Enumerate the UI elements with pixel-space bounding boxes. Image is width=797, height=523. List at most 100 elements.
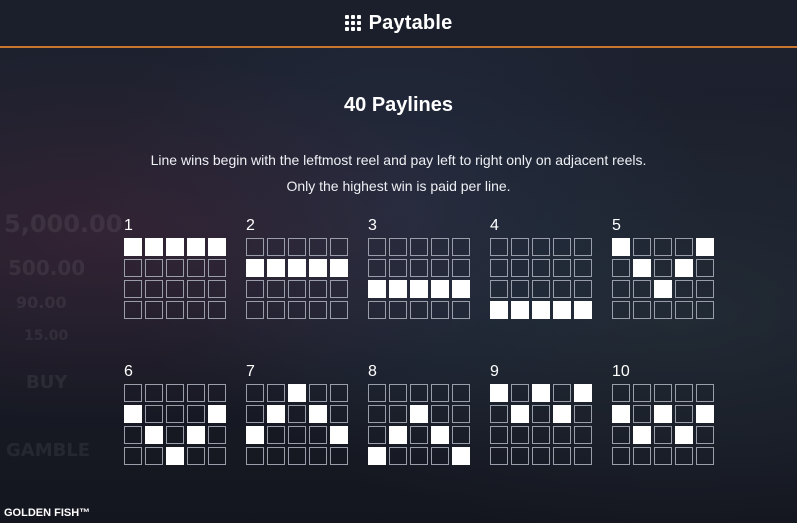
payline-cell bbox=[309, 447, 327, 465]
payline-cell bbox=[187, 405, 205, 423]
payline-number: 3 bbox=[368, 217, 377, 234]
payline-cell bbox=[633, 301, 651, 319]
payline-cell bbox=[187, 280, 205, 298]
payline-number: 6 bbox=[124, 363, 133, 380]
payline-cell bbox=[511, 259, 529, 277]
payline-cell-active bbox=[368, 447, 386, 465]
payline-cell bbox=[145, 259, 163, 277]
payline-cell bbox=[553, 280, 571, 298]
payline-cell bbox=[490, 238, 508, 256]
payline-cell bbox=[431, 238, 449, 256]
payline-cell bbox=[452, 301, 470, 319]
payline-cell bbox=[490, 280, 508, 298]
paylines-description-2: Only the highest win is paid per line. bbox=[286, 178, 511, 194]
payline-pattern bbox=[490, 238, 600, 319]
payline-cell-active bbox=[124, 405, 142, 423]
payline-cell-active bbox=[452, 447, 470, 465]
payline-cell bbox=[187, 301, 205, 319]
payline-cell bbox=[532, 259, 550, 277]
payline-cell bbox=[145, 447, 163, 465]
payline-cell bbox=[246, 280, 264, 298]
payline-cell-active bbox=[410, 280, 428, 298]
payline-cell bbox=[532, 447, 550, 465]
payline-cell-active bbox=[246, 259, 264, 277]
payline-cell bbox=[330, 238, 348, 256]
payline-cell bbox=[410, 238, 428, 256]
payline-cell bbox=[452, 259, 470, 277]
payline-cell bbox=[124, 447, 142, 465]
payline-cell bbox=[208, 384, 226, 402]
payline-cell-active bbox=[612, 238, 630, 256]
payline-cell bbox=[612, 447, 630, 465]
payline-number: 9 bbox=[490, 363, 499, 380]
paylines-section: 40 Paylines Line wins begin with the lef… bbox=[0, 90, 797, 199]
payline-cell bbox=[410, 384, 428, 402]
payline-cell-active bbox=[267, 259, 285, 277]
bg-jackpot-2: 500.00 bbox=[8, 256, 86, 280]
payline-pattern bbox=[246, 384, 356, 465]
payline-cell-active bbox=[368, 280, 386, 298]
payline-cell bbox=[246, 405, 264, 423]
payline-cell bbox=[511, 384, 529, 402]
payline-cell-active bbox=[330, 426, 348, 444]
payline-cell bbox=[208, 426, 226, 444]
payline-cell bbox=[267, 301, 285, 319]
payline-7: 7 bbox=[246, 362, 356, 465]
payline-cell bbox=[368, 405, 386, 423]
payline-cell bbox=[368, 259, 386, 277]
payline-cell-active bbox=[389, 280, 407, 298]
payline-cell bbox=[574, 280, 592, 298]
payline-cell bbox=[532, 238, 550, 256]
payline-pattern bbox=[612, 384, 722, 465]
payline-3: 3 bbox=[368, 216, 478, 319]
payline-cell bbox=[330, 280, 348, 298]
payline-cell bbox=[410, 301, 428, 319]
payline-cell bbox=[330, 405, 348, 423]
payline-cell bbox=[633, 405, 651, 423]
payline-cell bbox=[675, 238, 693, 256]
payline-cell bbox=[490, 447, 508, 465]
payline-9: 9 bbox=[490, 362, 600, 465]
payline-cell bbox=[574, 405, 592, 423]
payline-cell-active bbox=[511, 405, 529, 423]
payline-cell bbox=[633, 447, 651, 465]
payline-cell bbox=[553, 447, 571, 465]
payline-cell bbox=[267, 384, 285, 402]
payline-cell bbox=[124, 426, 142, 444]
payline-number: 4 bbox=[490, 217, 499, 234]
payline-cell bbox=[511, 238, 529, 256]
payline-cell bbox=[389, 259, 407, 277]
payline-cell bbox=[145, 280, 163, 298]
payline-6: 6 bbox=[124, 362, 234, 465]
payline-cell bbox=[490, 259, 508, 277]
payline-cell-active bbox=[675, 259, 693, 277]
payline-cell bbox=[654, 301, 672, 319]
payline-cell bbox=[452, 405, 470, 423]
payline-cell-active bbox=[654, 405, 672, 423]
payline-cell bbox=[288, 426, 306, 444]
payline-pattern bbox=[124, 238, 234, 319]
payline-cell bbox=[452, 426, 470, 444]
payline-cell bbox=[410, 259, 428, 277]
payline-cell bbox=[553, 426, 571, 444]
payline-cell bbox=[532, 280, 550, 298]
payline-cell-active bbox=[187, 426, 205, 444]
payline-cell bbox=[696, 426, 714, 444]
payline-cell-active bbox=[532, 301, 550, 319]
payline-cell bbox=[654, 426, 672, 444]
payline-cell-active bbox=[246, 426, 264, 444]
payline-cell bbox=[431, 447, 449, 465]
payline-cell-active bbox=[145, 426, 163, 444]
payline-cell bbox=[124, 259, 142, 277]
payline-cell bbox=[309, 238, 327, 256]
payline-cell bbox=[309, 384, 327, 402]
payline-cell bbox=[612, 259, 630, 277]
grid-dots-icon[interactable] bbox=[344, 15, 361, 31]
payline-cell-active bbox=[633, 259, 651, 277]
payline-cell bbox=[124, 301, 142, 319]
payline-cell bbox=[654, 447, 672, 465]
payline-cell bbox=[654, 238, 672, 256]
payline-cell bbox=[246, 384, 264, 402]
bg-buy-button: BUY bbox=[26, 372, 68, 393]
payline-cell-active bbox=[574, 384, 592, 402]
